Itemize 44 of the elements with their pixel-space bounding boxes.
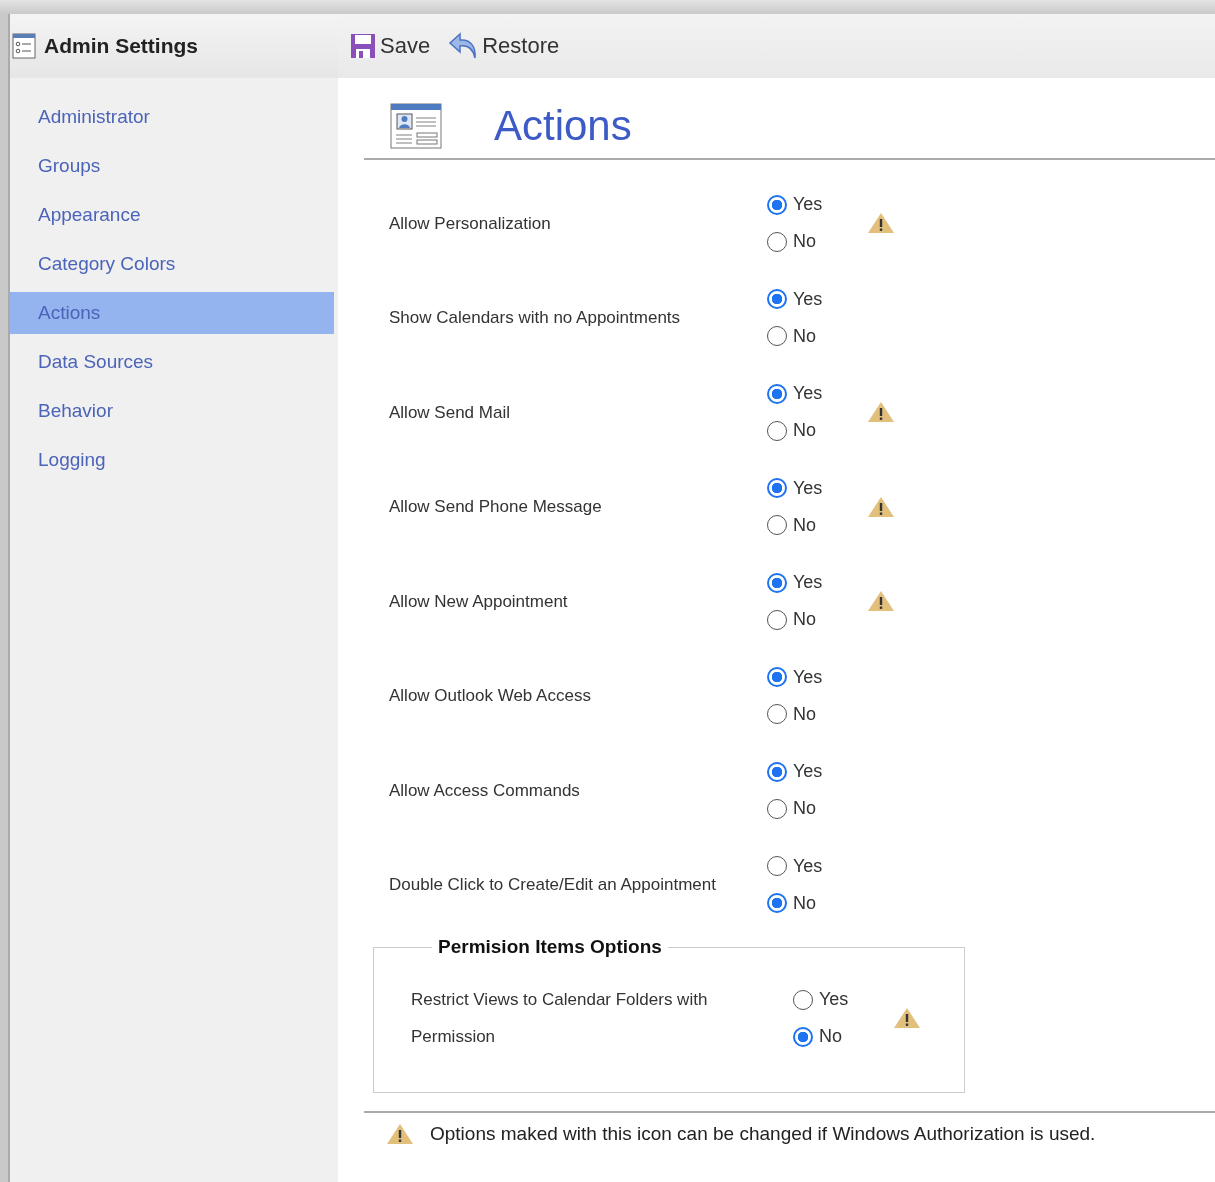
radio-option[interactable]: No [767,420,867,442]
option-label: Allow New Appointment [389,590,569,613]
radio-option[interactable]: Yes [767,383,867,405]
radio-option[interactable]: Yes [767,477,867,499]
sidebar-item[interactable]: Appearance [10,194,334,236]
option-label: Allow Send Mail [389,401,511,424]
radio-option[interactable]: No [767,231,867,253]
sidebar-item[interactable]: Behavior [10,390,334,432]
radio-option[interactable]: No [793,1026,893,1047]
radio-option[interactable]: No [767,703,867,725]
sidebar-item[interactable]: Groups [10,145,334,187]
option-label: Allow Access Commands [389,779,581,802]
sidebar-item[interactable]: Category Colors [10,243,334,285]
contact-card-icon [390,103,442,149]
radio-option[interactable]: Yes [767,761,867,783]
radio-option[interactable]: No [767,609,867,631]
radio-option[interactable]: Yes [793,989,893,1010]
group-title: Permision Items Options [437,936,663,958]
sidebar-item[interactable]: Administrator [10,96,334,138]
option-label: Restrict Views to Calendar Folders with Permission [411,989,709,1048]
list-icon [12,33,36,59]
radio-option[interactable]: Yes [767,855,867,877]
option-label: Double Click to Create/Edit an Appointment [389,874,717,897]
option-label: Allow Send Phone Message [389,496,603,519]
radio-option[interactable]: No [767,514,867,536]
sidebar-item[interactable]: Data Sources [10,341,334,383]
toolbar-button[interactable]: Save [348,31,433,61]
option-label: Allow Outlook Web Access [389,685,592,708]
radio-option[interactable]: Yes [767,288,867,310]
radio-option[interactable]: Yes [767,194,867,216]
toolbar-button[interactable]: Restore [446,30,562,62]
undo-arrow-icon [448,32,479,60]
radio-option[interactable]: Yes [767,666,867,688]
radio-option[interactable]: Yes [767,572,867,594]
footer-note: Options maked with this icon can be changed if Windows Authorization is used. [430,1123,1096,1145]
sidebar-item[interactable]: Logging [10,439,334,481]
page-title: Actions [494,102,632,150]
option-label: Show Calendars with no Appointments [389,307,682,330]
warning-icon [386,1123,414,1145]
radio-option[interactable]: No [767,798,867,820]
window-title: Admin Settings [44,34,198,58]
radio-option[interactable]: No [767,325,867,347]
radio-option[interactable]: No [767,892,867,914]
option-label: Allow Personalization [389,212,552,235]
